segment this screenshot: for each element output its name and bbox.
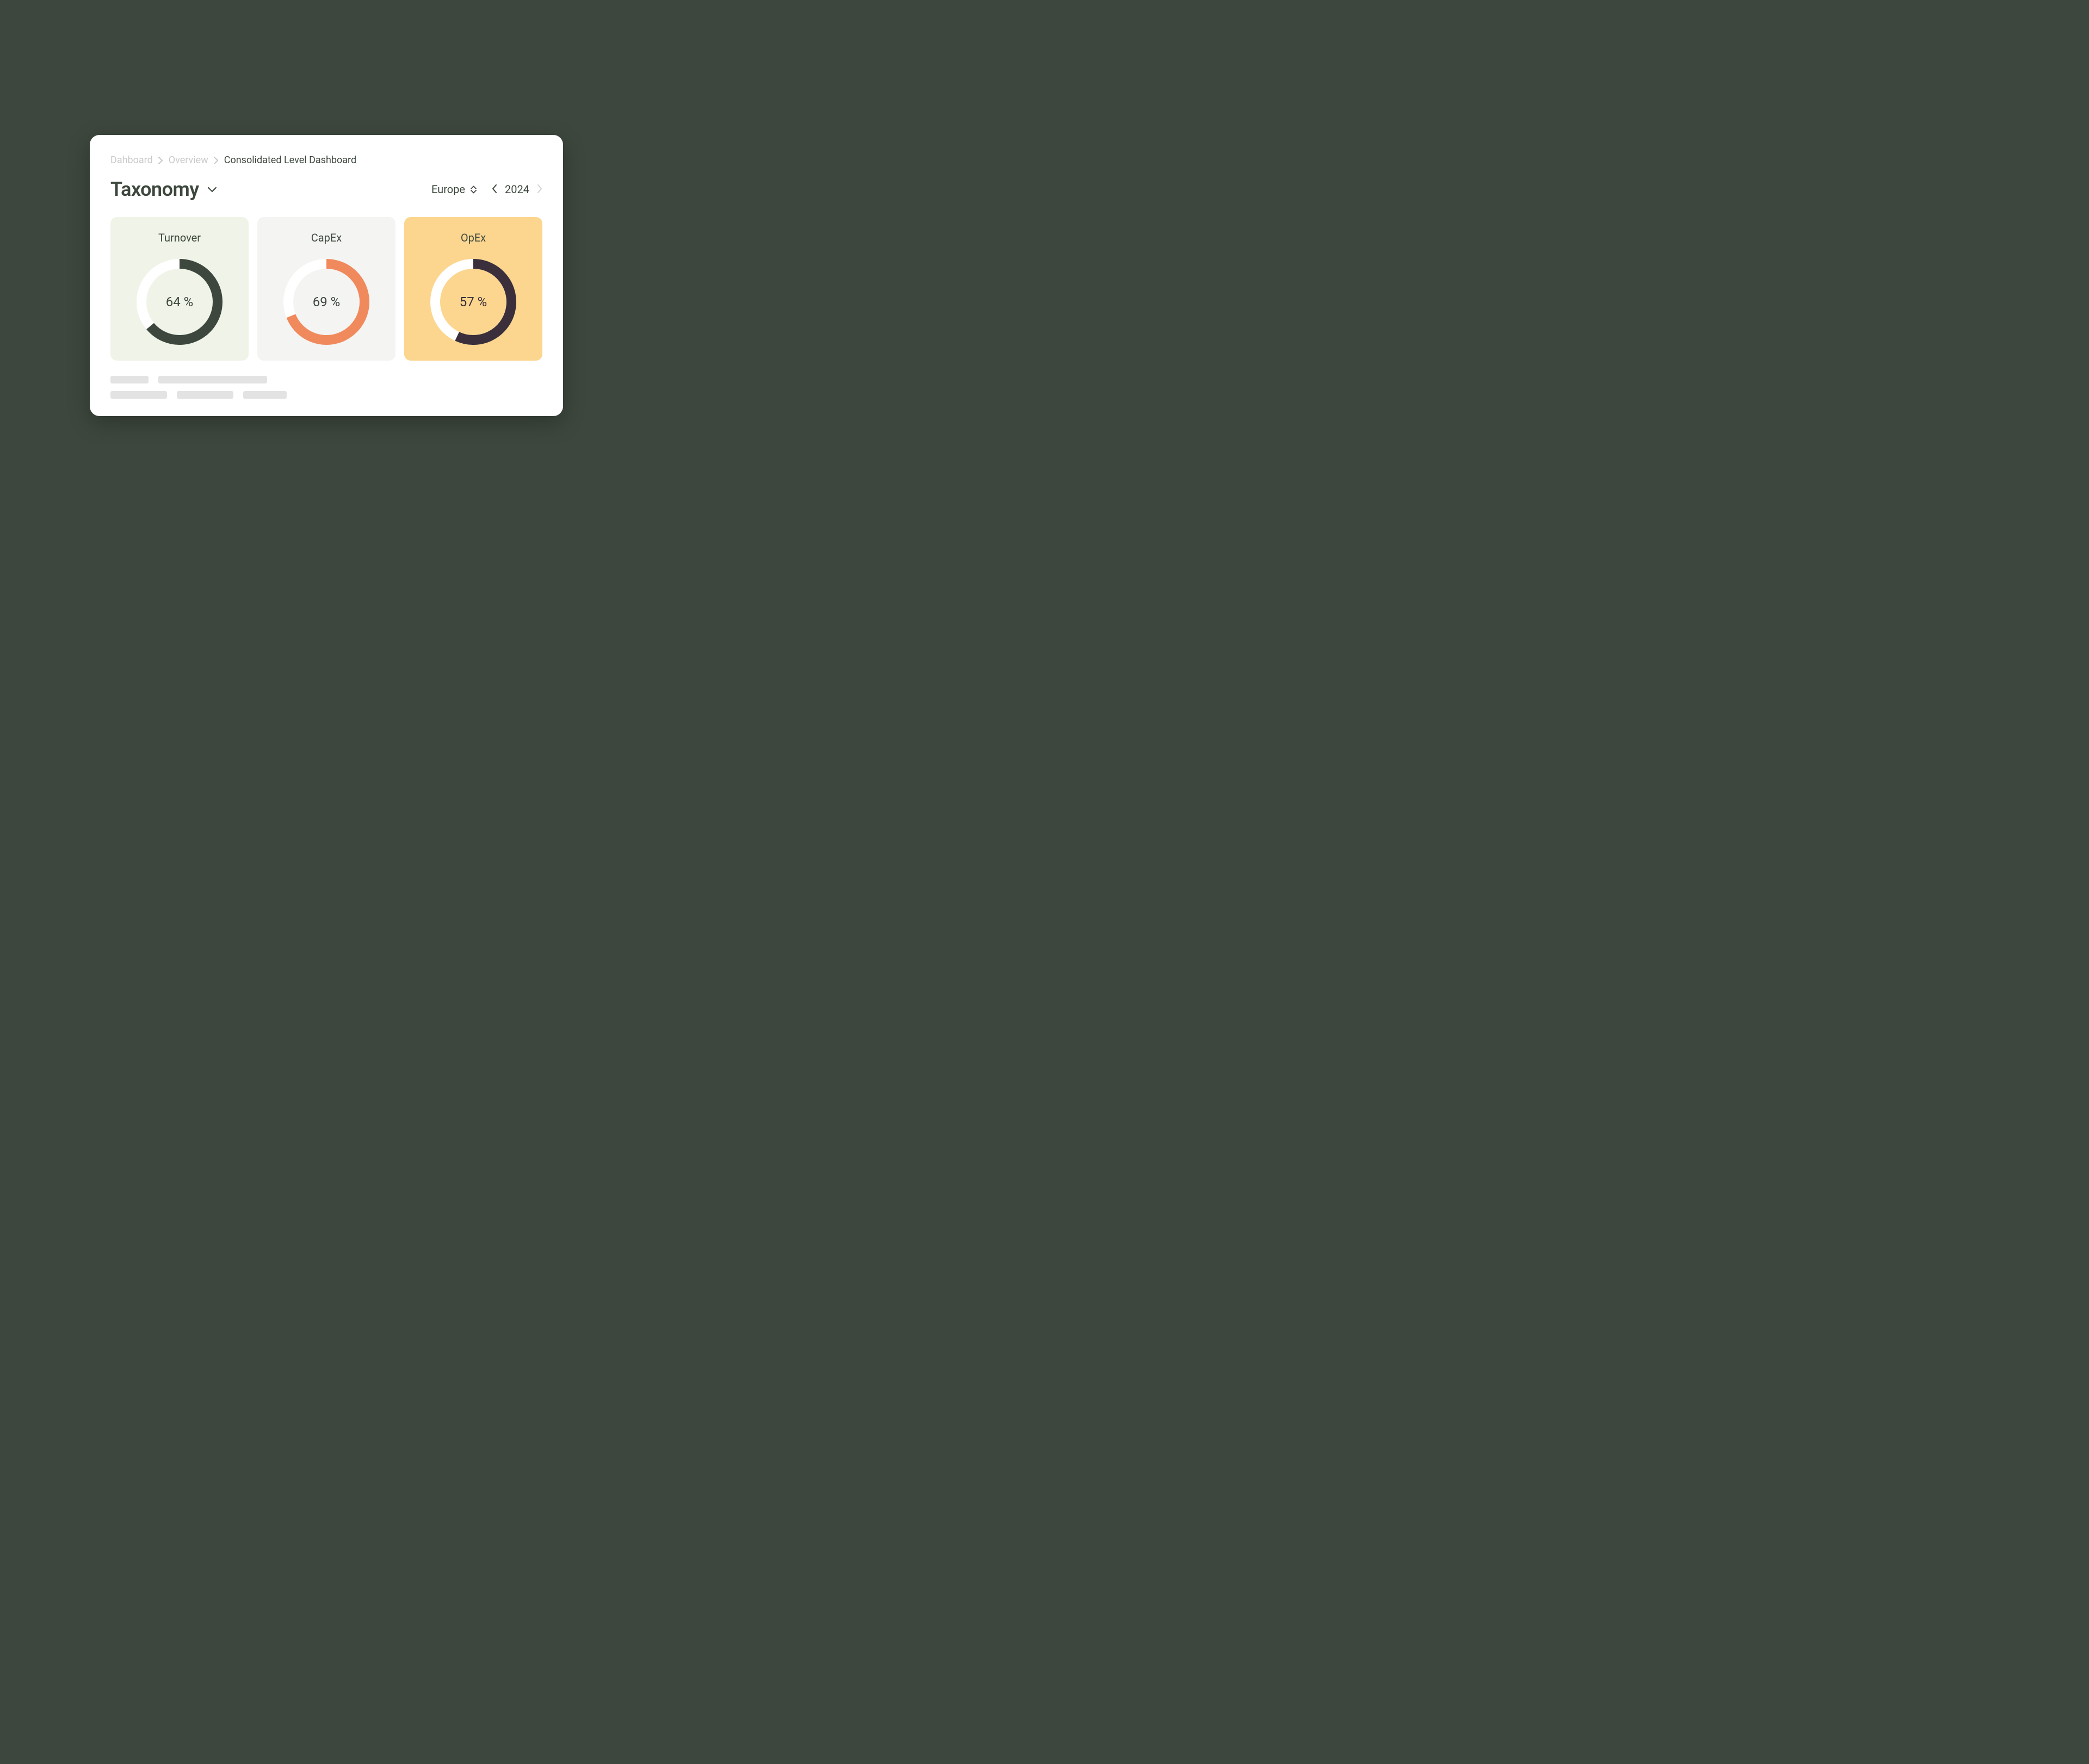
title-dropdown[interactable]: Taxonomy [110,178,217,201]
header-controls: Europe 2024 [431,183,542,196]
breadcrumb-item[interactable]: Overview [169,154,208,166]
region-picker[interactable]: Europe [431,183,477,196]
year-label: 2024 [505,183,529,196]
year-prev-button[interactable] [492,183,497,196]
skeleton-bar [110,391,167,399]
breadcrumb-item[interactable]: Dahboard [110,154,153,166]
skeleton-row [110,391,542,399]
breadcrumb-current: Consolidated Level Dashboard [224,154,356,166]
chevron-right-icon [214,157,219,164]
sort-updown-icon [471,185,477,194]
skeleton-row [110,376,542,383]
year-next-button[interactable] [537,183,542,196]
skeleton-bar [110,376,149,383]
metric-card[interactable]: OpEx 57 % [404,217,542,361]
skeleton-bar [243,391,287,399]
region-label: Europe [431,183,465,196]
metrics-row: Turnover 64 % CapEx 69 % OpEx 57 % [110,217,542,361]
donut-chart: 69 % [281,256,372,348]
metric-title: OpEx [461,231,486,244]
skeleton-bar [177,391,233,399]
metric-title: Turnover [158,231,201,244]
metric-value: 69 % [281,256,372,348]
metric-value: 64 % [134,256,225,348]
metric-value: 57 % [428,256,519,348]
chevron-right-icon [158,157,163,164]
donut-chart: 64 % [134,256,225,348]
page-title: Taxonomy [110,178,199,201]
skeleton-bar [158,376,267,383]
metric-card[interactable]: Turnover 64 % [110,217,249,361]
skeleton-section [110,376,542,399]
donut-chart: 57 % [428,256,519,348]
metric-card[interactable]: CapEx 69 % [257,217,395,361]
dashboard-card: Dahboard Overview Consolidated Level Das… [90,135,563,416]
metric-title: CapEx [311,231,342,244]
chevron-down-icon [208,184,217,195]
breadcrumb: Dahboard Overview Consolidated Level Das… [110,154,542,166]
title-row: Taxonomy Europe 2024 [110,178,542,201]
year-picker: 2024 [492,183,542,196]
